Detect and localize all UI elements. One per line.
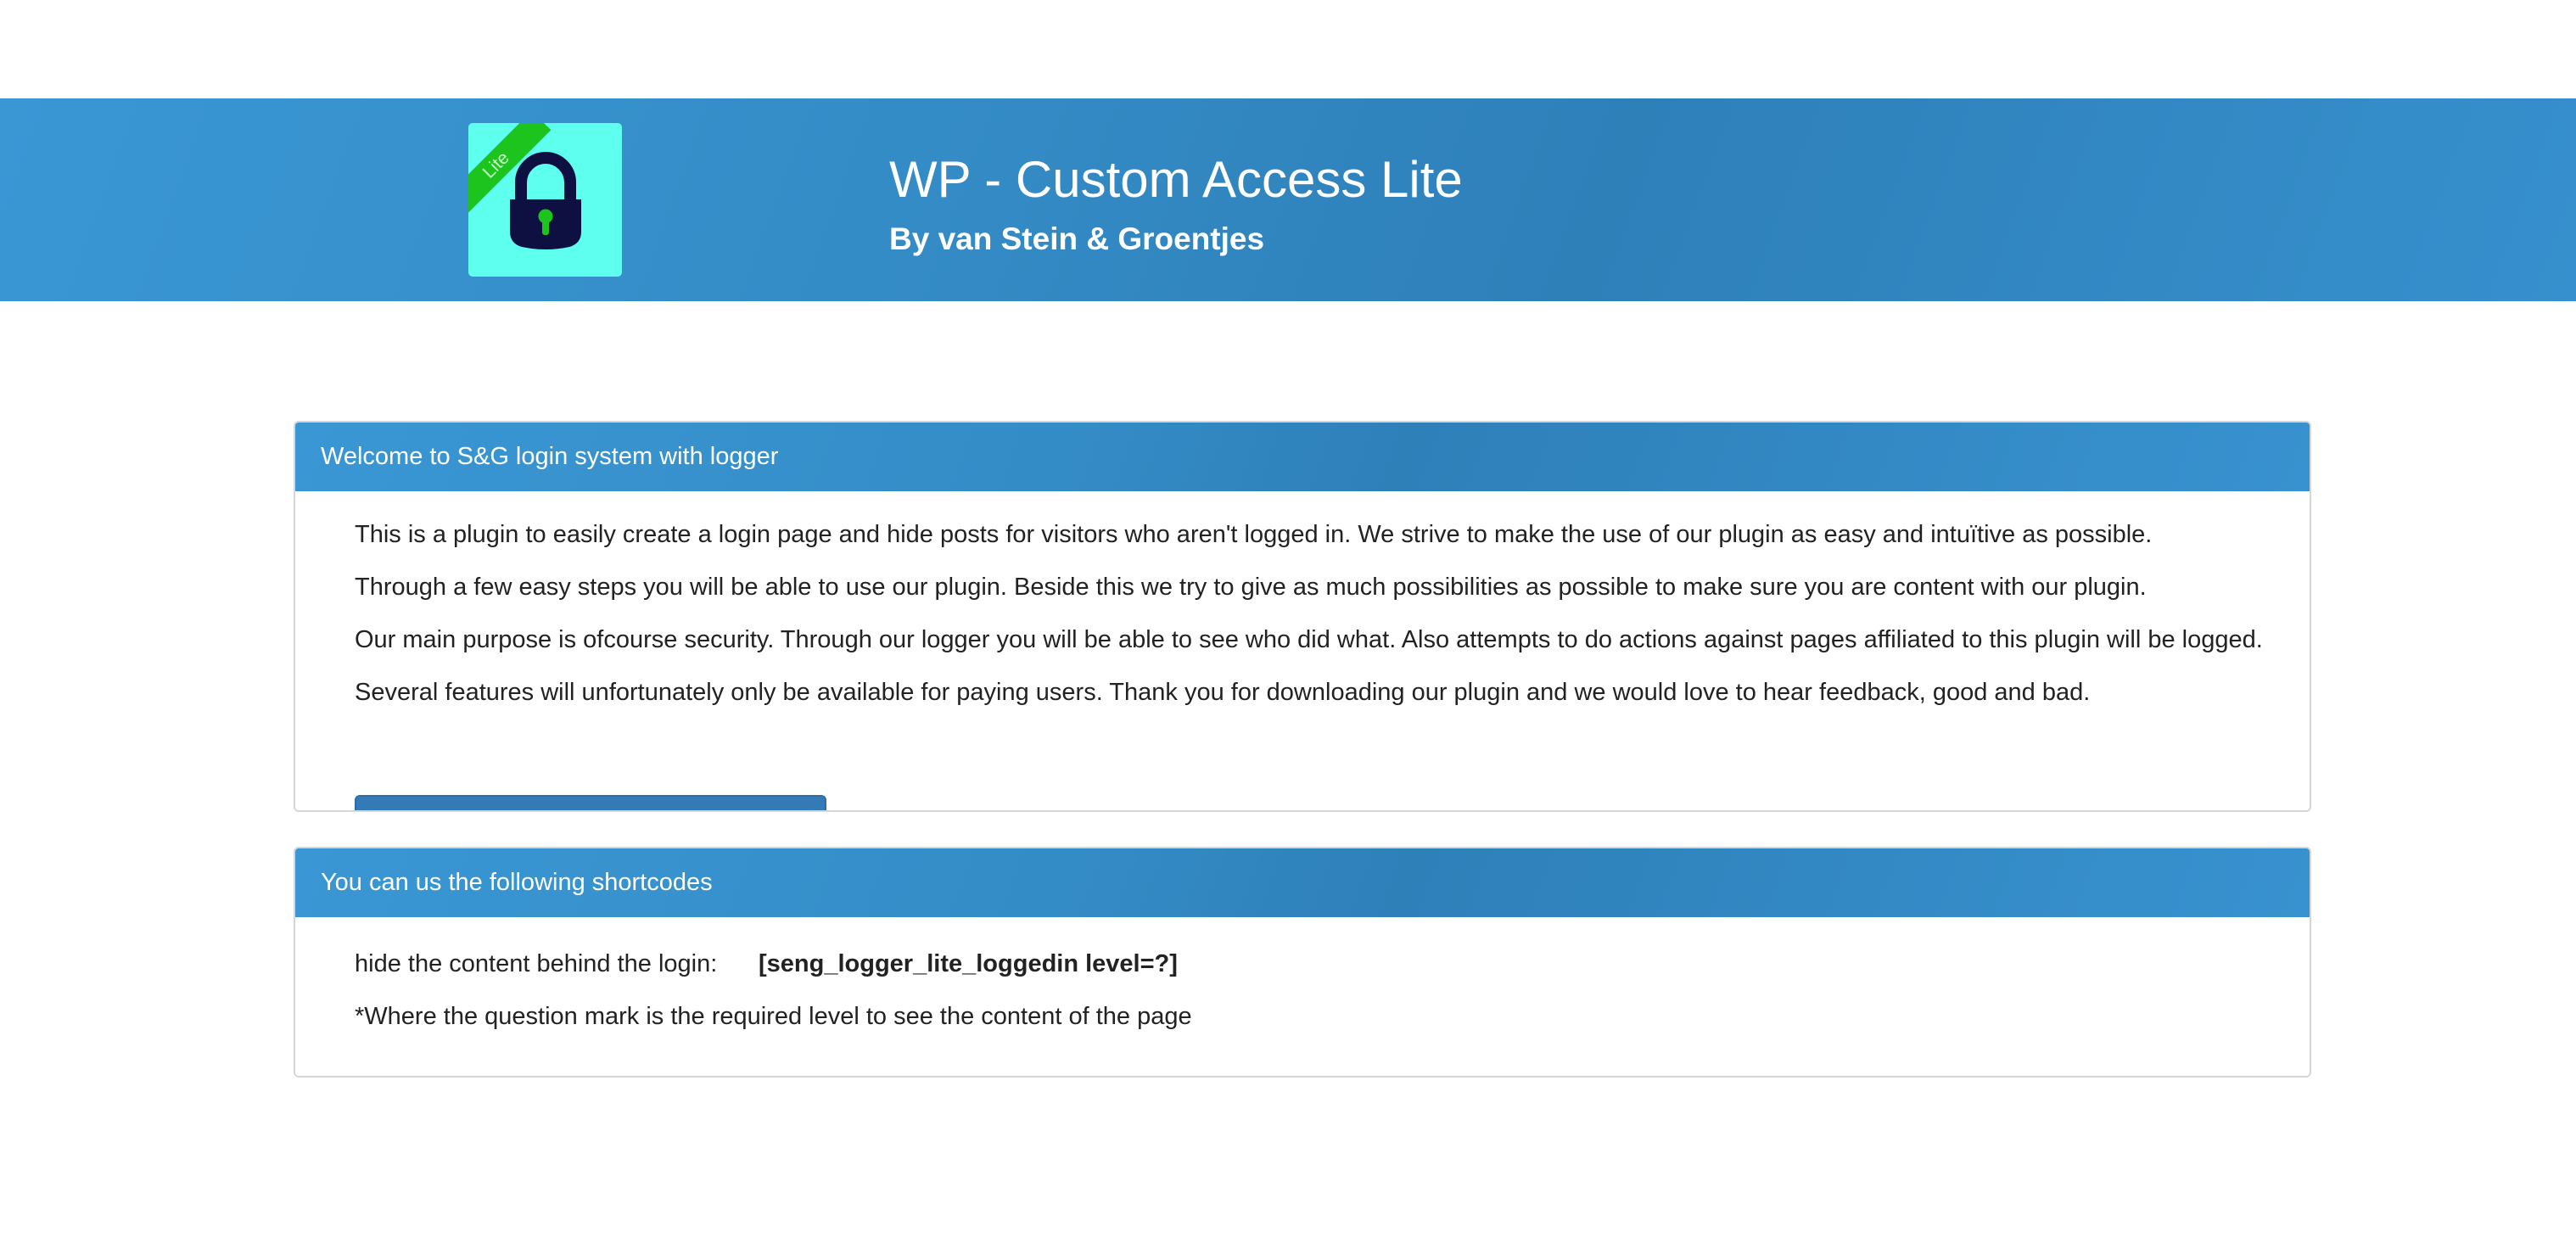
steps-paragraph: Through a few easy steps you will be abl…	[355, 574, 2147, 601]
page-subtitle: By van Stein & Groentjes	[889, 221, 1265, 256]
welcome-panel-heading: Welcome to S&G login system with logger	[295, 423, 2310, 491]
welcome-panel: Welcome to S&G login system with logger …	[294, 421, 2311, 812]
plugin-logo: Lite	[468, 123, 622, 277]
shortcode-label: hide the content behind the login:	[355, 950, 718, 977]
security-paragraph: Our main purpose is ofcourse security. T…	[355, 626, 2263, 653]
shortcodes-panel: You can us the following shortcodes hide…	[294, 847, 2311, 1078]
installation-info-button[interactable]: Click here for the installation informat…	[355, 795, 826, 810]
shortcode-note: *Where the question mark is the required…	[355, 1003, 1192, 1030]
intro-paragraph: This is a plugin to easily create a logi…	[355, 521, 2153, 548]
page-title: WP - Custom Access Lite	[889, 151, 1463, 208]
shortcode-value: [seng_logger_lite_loggedin level=?]	[759, 950, 1178, 977]
features-paragraph: Several features will unfortunately only…	[355, 679, 2091, 706]
plugin-page: Lite WP - Custom Access Lite By van Stei…	[0, 0, 2576, 1254]
padlock-icon	[510, 152, 581, 249]
shortcodes-panel-heading: You can us the following shortcodes	[295, 848, 2310, 917]
